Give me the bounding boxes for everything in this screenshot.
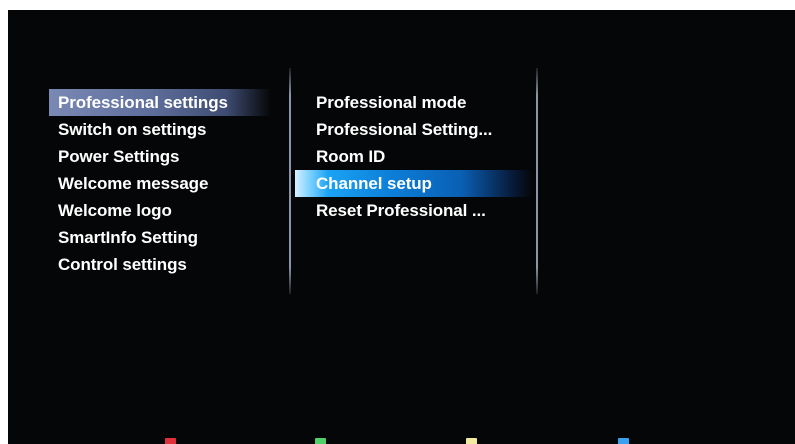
submenu-item-room-id[interactable]: Room ID	[295, 143, 533, 170]
menu-item-power-settings[interactable]: Power Settings	[49, 143, 271, 170]
professional-settings-submenu: Professional mode Professional Setting..…	[295, 89, 533, 224]
menu-item-smartinfo-setting[interactable]: SmartInfo Setting	[49, 224, 271, 251]
yellow-key-icon[interactable]	[466, 438, 477, 444]
submenu-item-professional-setting[interactable]: Professional Setting...	[295, 116, 533, 143]
blue-key-icon[interactable]	[618, 438, 629, 444]
submenu-item-professional-mode[interactable]: Professional mode	[295, 89, 533, 116]
red-key-icon[interactable]	[165, 438, 176, 444]
settings-category-list: Professional settings Switch on settings…	[49, 89, 271, 278]
menu-item-switch-on-settings[interactable]: Switch on settings	[49, 116, 271, 143]
menu-item-welcome-message[interactable]: Welcome message	[49, 170, 271, 197]
tv-screen: Professional settings Switch on settings…	[8, 10, 795, 444]
green-key-icon[interactable]	[315, 438, 326, 444]
submenu-item-channel-setup[interactable]: Channel setup	[295, 170, 533, 197]
menu-item-control-settings[interactable]: Control settings	[49, 251, 271, 278]
menu-item-professional-settings[interactable]: Professional settings	[49, 89, 271, 116]
submenu-item-reset-professional[interactable]: Reset Professional ...	[295, 197, 533, 224]
menu-item-welcome-logo[interactable]: Welcome logo	[49, 197, 271, 224]
column-divider	[289, 68, 291, 294]
column-divider	[536, 68, 538, 294]
